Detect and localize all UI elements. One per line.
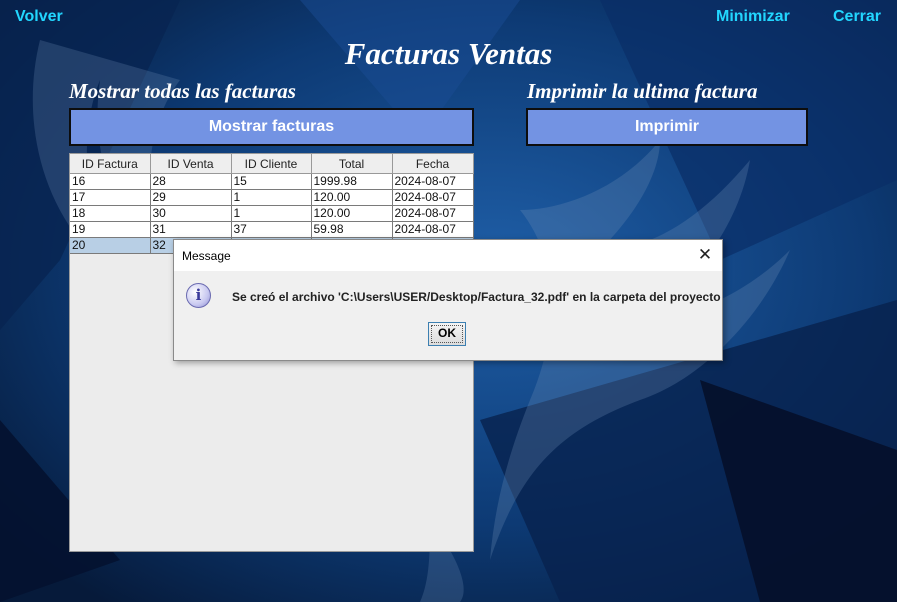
column-header-total[interactable]: Total (311, 154, 393, 174)
table-cell[interactable]: 120.00 (311, 205, 393, 222)
table-cell[interactable]: 59.98 (311, 221, 393, 238)
table-cell[interactable]: 2024-08-07 (392, 221, 474, 238)
print-invoice-heading: Imprimir la ultima factura (527, 79, 758, 103)
info-icon: i (186, 283, 211, 308)
column-header-id-venta[interactable]: ID Venta (150, 154, 232, 174)
table-row[interactable]: 17 29 1 120.00 2024-08-07 (70, 189, 474, 206)
show-invoices-button[interactable]: Mostrar facturas (69, 108, 474, 146)
table-cell[interactable]: 16 (70, 173, 151, 190)
table-cell[interactable]: 37 (231, 221, 312, 238)
table-cell[interactable]: 31 (150, 221, 232, 238)
table-cell[interactable]: 1 (231, 189, 312, 206)
table-row[interactable]: 18 30 1 120.00 2024-08-07 (70, 205, 474, 222)
back-link[interactable]: Volver (15, 8, 63, 26)
table-cell[interactable]: 1 (231, 205, 312, 222)
table-cell[interactable]: 30 (150, 205, 232, 222)
table-cell[interactable]: 2024-08-07 (392, 205, 474, 222)
table-header-row: ID Factura ID Venta ID Cliente Total Fec… (70, 154, 474, 174)
print-button[interactable]: Imprimir (526, 108, 808, 146)
show-invoices-heading: Mostrar todas las facturas (69, 79, 296, 103)
close-link[interactable]: Cerrar (833, 8, 881, 26)
table-cell[interactable]: 28 (150, 173, 232, 190)
column-header-fecha[interactable]: Fecha (392, 154, 474, 174)
table-cell[interactable]: 1999.98 (311, 173, 393, 190)
column-header-id-cliente[interactable]: ID Cliente (231, 154, 312, 174)
page-title: Facturas Ventas (344, 36, 553, 71)
close-icon[interactable]: ✕ (694, 244, 716, 266)
dialog-message: Se creó el archivo 'C:\Users\USER/Deskto… (232, 290, 721, 304)
table-cell[interactable]: 2024-08-07 (392, 173, 474, 190)
table-cell[interactable]: 15 (231, 173, 312, 190)
ok-button[interactable]: OK (428, 322, 466, 346)
message-dialog: Message ✕ i Se creó el archivo 'C:\Users… (173, 239, 723, 361)
minimize-link[interactable]: Minimizar (716, 8, 790, 26)
table-row[interactable]: 16 28 15 1999.98 2024-08-07 (70, 173, 474, 190)
dialog-titlebar: Message ✕ (174, 240, 722, 271)
table-cell[interactable]: 120.00 (311, 189, 393, 206)
table-cell[interactable]: 17 (70, 189, 151, 206)
table-cell[interactable]: 2024-08-07 (392, 189, 474, 206)
table-row[interactable]: 19 31 37 59.98 2024-08-07 (70, 221, 474, 238)
table-cell[interactable]: 19 (70, 221, 151, 238)
table-cell[interactable]: 29 (150, 189, 232, 206)
column-header-id-factura[interactable]: ID Factura (70, 154, 151, 174)
table-cell[interactable]: 18 (70, 205, 151, 222)
dialog-title: Message (182, 249, 231, 263)
table-cell[interactable]: 20 (70, 237, 151, 254)
